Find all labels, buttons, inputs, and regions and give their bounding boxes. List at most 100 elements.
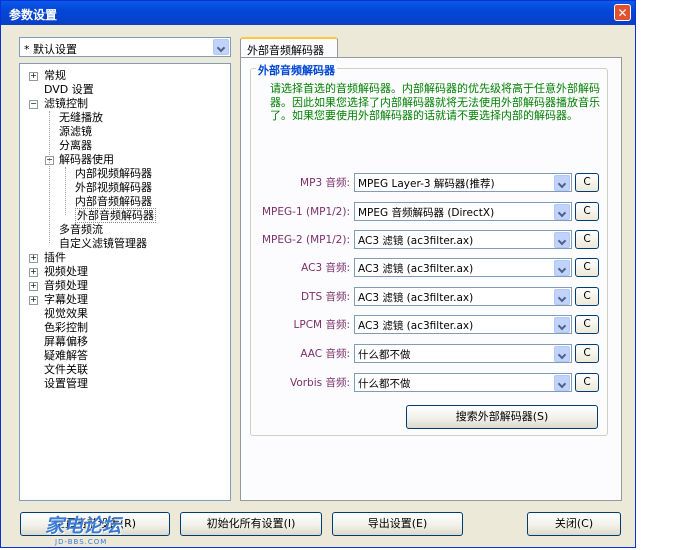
tree-item[interactable]: 滤镜控制 bbox=[44, 97, 88, 110]
settings-tree[interactable]: 常规 + DVD 设置 滤镜控制 − 无缝播放 源滤镜 分离器 解码器使用 − 内部视频解码器 外部视… bbox=[19, 63, 231, 501]
decoder-label: DTS 音频: bbox=[300, 291, 350, 303]
decoder-value: AC3 滤镜 (ac3filter.ax) bbox=[358, 292, 474, 304]
decoder-select[interactable]: AC3 滤镜 (ac3filter.ax) bbox=[354, 258, 572, 277]
tree-item[interactable]: 内部视频解码器 bbox=[75, 167, 152, 180]
tree-item[interactable]: 插件 bbox=[44, 251, 66, 264]
tree-item-label: 常规 bbox=[44, 69, 66, 82]
chevron-down-icon[interactable] bbox=[554, 175, 570, 191]
chevron-down-icon[interactable] bbox=[554, 346, 570, 362]
decoder-select[interactable]: 什么都不做 bbox=[354, 344, 572, 363]
chevron-down-icon[interactable] bbox=[554, 260, 570, 276]
tab-label: 外部音频解码器 bbox=[247, 44, 324, 57]
tree-item[interactable]: 源滤镜 bbox=[59, 125, 92, 138]
preset-select[interactable]: * 默认设置 bbox=[19, 37, 231, 57]
tree-item[interactable]: 解码器使用 bbox=[59, 153, 114, 166]
tree-item-label: 疑难解答 bbox=[44, 349, 88, 362]
decoder-config-button[interactable]: C bbox=[575, 287, 599, 306]
tree-item-label: 外部音频解码器 bbox=[75, 208, 156, 223]
search-decoders-button[interactable]: 搜索外部解码器(S) bbox=[406, 405, 598, 429]
tree-guide-line bbox=[65, 167, 66, 215]
tree-item-label: 无缝播放 bbox=[59, 111, 103, 124]
decoder-value: MPEG 音频解码器 (DirectX) bbox=[358, 207, 495, 219]
expand-icon[interactable]: + bbox=[29, 296, 38, 305]
tree-item[interactable]: 常规 bbox=[44, 69, 66, 82]
collapse-icon[interactable]: − bbox=[29, 100, 38, 109]
expand-icon[interactable]: + bbox=[29, 254, 38, 263]
tree-item[interactable]: 外部音频解码器 bbox=[75, 208, 156, 223]
preset-value: * 默认设置 bbox=[24, 43, 77, 56]
decoder-config-button[interactable]: C bbox=[575, 202, 599, 221]
chevron-down-icon[interactable] bbox=[213, 39, 229, 55]
tree-item[interactable]: 内部音频解码器 bbox=[75, 195, 152, 208]
expand-icon[interactable]: + bbox=[29, 282, 38, 291]
decoder-label: LPCM 音频: bbox=[293, 319, 350, 331]
tree-item-label: 内部视频解码器 bbox=[75, 167, 152, 180]
title-bar[interactable]: 参数设置 ✕ bbox=[1, 1, 635, 25]
tree-item[interactable]: 视频处理 bbox=[44, 265, 88, 278]
decoder-select[interactable]: AC3 滤镜 (ac3filter.ax) bbox=[354, 315, 572, 334]
decoder-select[interactable]: 什么都不做 bbox=[354, 373, 572, 392]
tree-item-label: DVD 设置 bbox=[44, 83, 94, 96]
decoder-value: AC3 滤镜 (ac3filter.ax) bbox=[358, 263, 474, 275]
tree-item-label: 视觉效果 bbox=[44, 307, 88, 320]
decoder-config-button[interactable]: C bbox=[575, 373, 599, 392]
decoder-config-button[interactable]: C bbox=[575, 344, 599, 363]
decoder-value: AC3 滤镜 (ac3filter.ax) bbox=[358, 235, 474, 247]
tree-item-label: 字幕处理 bbox=[44, 293, 88, 306]
decoder-label: MPEG-1 (MP1/2): bbox=[262, 206, 350, 218]
tree-item-label: 内部音频解码器 bbox=[75, 195, 152, 208]
tree-item[interactable]: 分离器 bbox=[59, 139, 92, 152]
tree-guide-line bbox=[49, 111, 50, 243]
chevron-down-icon[interactable] bbox=[554, 317, 570, 333]
tree-item[interactable]: 视觉效果 bbox=[44, 307, 88, 320]
tree-item[interactable]: 设置管理 bbox=[44, 377, 88, 390]
tree-item[interactable]: 字幕处理 bbox=[44, 293, 88, 306]
init-all-button[interactable]: 初始化所有设置(I) bbox=[180, 512, 322, 536]
chevron-down-icon[interactable] bbox=[554, 204, 570, 220]
tree-item-label: 自定义滤镜管理器 bbox=[59, 237, 147, 250]
tree-item-label: 滤镜控制 bbox=[44, 97, 88, 110]
close-button[interactable]: 关闭(C) bbox=[527, 512, 621, 536]
tree-item[interactable]: DVD 设置 bbox=[44, 83, 94, 96]
window-title: 参数设置 bbox=[9, 8, 58, 22]
tree-item[interactable]: 色彩控制 bbox=[44, 321, 88, 334]
tree-item-label: 音频处理 bbox=[44, 279, 88, 292]
tree-item-label: 视频处理 bbox=[44, 265, 88, 278]
group-description: 请选择首选的音频解码器。内部解码器的优先级将高于任意外部解码器。因此如果您选择了… bbox=[270, 82, 600, 122]
chevron-down-icon[interactable] bbox=[554, 289, 570, 305]
decoder-config-button[interactable]: C bbox=[575, 173, 599, 192]
chevron-down-icon[interactable] bbox=[554, 232, 570, 248]
watermark-big: 家电论坛 bbox=[45, 515, 122, 537]
decoder-value: AC3 滤镜 (ac3filter.ax) bbox=[358, 320, 474, 332]
expand-icon[interactable]: + bbox=[29, 268, 38, 277]
decoder-value: MPEG Layer-3 解码器(推荐) bbox=[358, 178, 495, 190]
chevron-down-icon[interactable] bbox=[554, 375, 570, 391]
tree-item[interactable]: 屏幕偏移 bbox=[44, 335, 88, 348]
decoder-select[interactable]: AC3 滤镜 (ac3filter.ax) bbox=[354, 287, 572, 306]
decoder-select[interactable]: AC3 滤镜 (ac3filter.ax) bbox=[354, 230, 572, 249]
tree-item[interactable]: 文件关联 bbox=[44, 363, 88, 376]
tree-item-label: 设置管理 bbox=[44, 377, 88, 390]
tree-item[interactable]: 外部视频解码器 bbox=[75, 181, 152, 194]
group-title: 外部音频解码器 bbox=[256, 62, 337, 78]
tree-item[interactable]: 无缝播放 bbox=[59, 111, 103, 124]
tree-item[interactable]: 自定义滤镜管理器 bbox=[59, 237, 147, 250]
export-settings-button[interactable]: 导出设置(E) bbox=[332, 512, 463, 536]
tab-external-audio-decoder[interactable]: 外部音频解码器 bbox=[240, 37, 338, 58]
expand-icon[interactable]: + bbox=[29, 72, 38, 81]
decoder-label: Vorbis 音频: bbox=[289, 377, 350, 389]
watermark-small: JD-BBS.COM bbox=[55, 538, 108, 546]
tree-item-label: 解码器使用 bbox=[59, 153, 114, 166]
decoder-select[interactable]: MPEG Layer-3 解码器(推荐) bbox=[354, 173, 572, 192]
decoder-value: 什么都不做 bbox=[358, 349, 411, 361]
close-window-button[interactable]: ✕ bbox=[614, 4, 631, 21]
decoder-label: AC3 音频: bbox=[301, 262, 350, 274]
tree-item[interactable]: 疑难解答 bbox=[44, 349, 88, 362]
tree-item-label: 源滤镜 bbox=[59, 125, 92, 138]
decoder-config-button[interactable]: C bbox=[575, 258, 599, 277]
decoder-select[interactable]: MPEG 音频解码器 (DirectX) bbox=[354, 202, 572, 221]
decoder-config-button[interactable]: C bbox=[575, 230, 599, 249]
tree-item[interactable]: 音频处理 bbox=[44, 279, 88, 292]
decoder-config-button[interactable]: C bbox=[575, 315, 599, 334]
tree-item[interactable]: 多音频流 bbox=[59, 223, 103, 236]
